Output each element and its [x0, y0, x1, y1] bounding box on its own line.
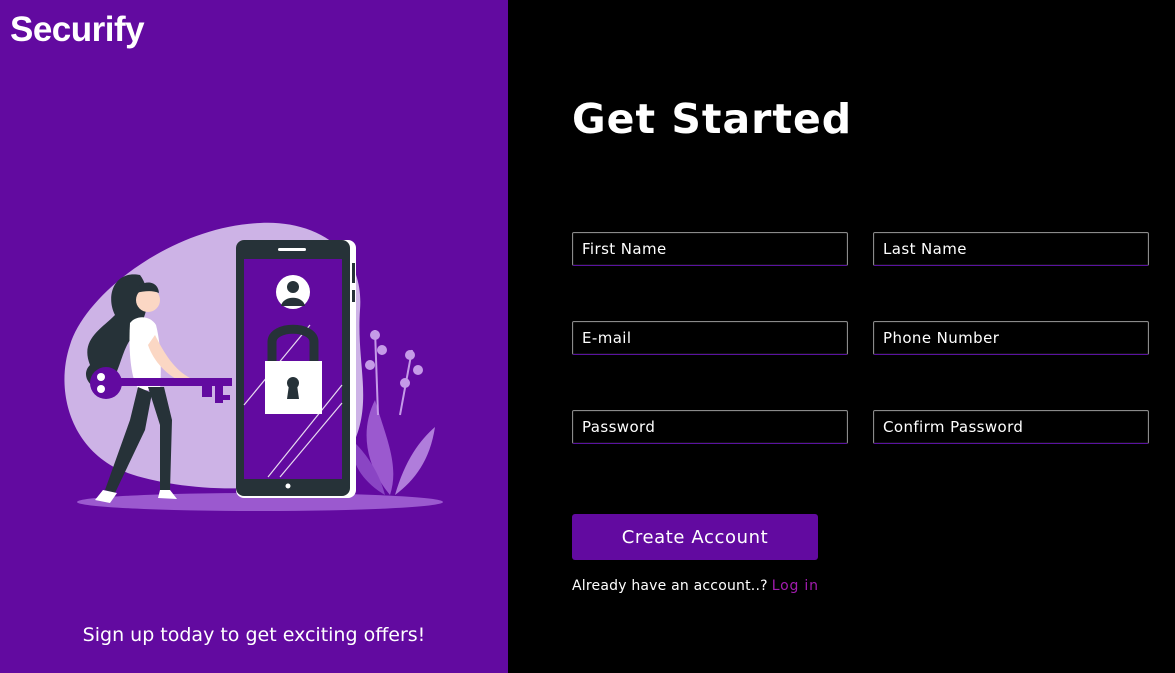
- first-name-input[interactable]: [573, 233, 847, 265]
- last-name-field[interactable]: [873, 232, 1149, 266]
- last-name-input[interactable]: [874, 233, 1148, 265]
- phone-field[interactable]: [873, 321, 1149, 355]
- confirm-password-field[interactable]: [873, 410, 1149, 444]
- confirm-password-input[interactable]: [874, 411, 1148, 443]
- left-panel: Securify Sign up today to get exciting o…: [0, 0, 508, 673]
- login-link[interactable]: Log in: [772, 578, 819, 594]
- plant-sprigs: [365, 329, 423, 416]
- security-illustration: [64, 222, 443, 511]
- login-prompt-text: Already have an account..?: [572, 578, 768, 594]
- page-title: Get Started: [572, 95, 853, 143]
- password-field[interactable]: [572, 410, 848, 444]
- email-field[interactable]: [572, 321, 848, 355]
- create-account-button[interactable]: Create Account: [572, 514, 818, 560]
- brand-logo: Securify: [10, 10, 145, 49]
- password-input[interactable]: [573, 411, 847, 443]
- phone-input[interactable]: [874, 322, 1148, 354]
- login-prompt-row: Already have an account..? Log in: [572, 578, 819, 594]
- plant-leaves: [351, 400, 435, 495]
- first-name-field[interactable]: [572, 232, 848, 266]
- email-input[interactable]: [573, 322, 847, 354]
- tagline: Sign up today to get exciting offers!: [82, 624, 426, 646]
